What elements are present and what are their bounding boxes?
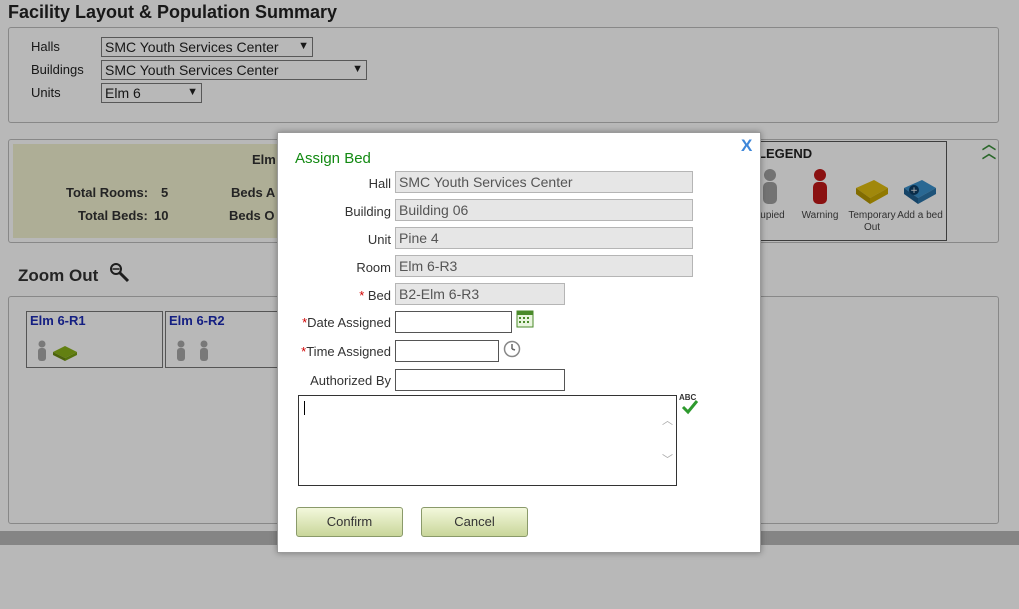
- hall-field: SMC Youth Services Center: [395, 171, 693, 193]
- calendar-icon[interactable]: [516, 310, 534, 328]
- checkmark-icon: [681, 400, 699, 415]
- spell-check-icon[interactable]: ABC: [679, 393, 703, 417]
- date-assigned-label: *Date Assigned: [302, 315, 391, 330]
- building-label: Building: [344, 204, 391, 219]
- time-assigned-input[interactable]: [395, 340, 499, 362]
- room-field: Elm 6-R3: [395, 255, 693, 277]
- notes-textarea[interactable]: ︿ ﹀: [298, 395, 677, 486]
- close-icon[interactable]: X: [741, 136, 752, 156]
- building-field: Building 06: [395, 199, 693, 221]
- bed-field: B2-Elm 6-R3: [395, 283, 565, 305]
- bed-label: * Bed: [359, 288, 391, 303]
- date-assigned-input[interactable]: [395, 311, 512, 333]
- scroll-down-icon[interactable]: ﹀: [662, 451, 673, 467]
- text-caret: [304, 401, 305, 415]
- assign-bed-dialog: Assign Bed X Hall SMC Youth Services Cen…: [277, 132, 761, 553]
- dialog-title: Assign Bed: [295, 150, 371, 167]
- confirm-button[interactable]: Confirm: [296, 507, 403, 537]
- unit-label: Unit: [367, 232, 391, 247]
- scroll-up-icon[interactable]: ︿: [662, 412, 673, 428]
- cancel-button[interactable]: Cancel: [421, 507, 528, 537]
- room-label: Room: [356, 260, 391, 275]
- time-assigned-label: *Time Assigned: [301, 344, 391, 359]
- clock-icon[interactable]: [503, 340, 521, 358]
- authorized-by-input[interactable]: [395, 369, 565, 391]
- authorized-by-label: Authorized By: [310, 373, 391, 388]
- unit-field: Pine 4: [395, 227, 693, 249]
- hall-label: Hall: [368, 176, 391, 191]
